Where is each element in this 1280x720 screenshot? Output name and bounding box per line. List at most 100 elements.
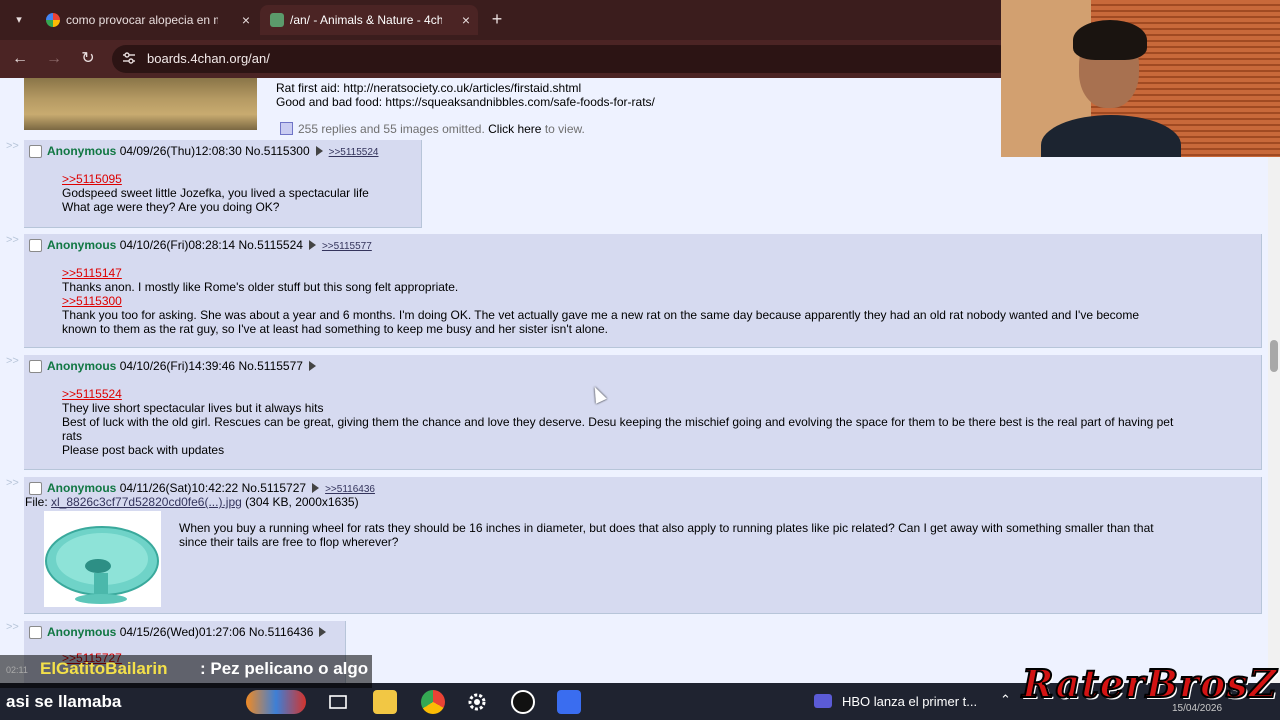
file-info: File: xl_8826c3cf77d52820cd0fe6(...).jpg… [25,495,359,509]
chat-continuation: asi se llamaba [6,692,122,711]
message-line: Thanks anon. I mostly like Rome's older … [62,280,459,294]
webcam-overlay [1001,0,1280,157]
post-datetime: 04/10/26(Fri)08:28:14 [119,238,236,252]
close-icon[interactable]: × [462,5,470,35]
quote-link[interactable]: >>5115095 [62,172,369,186]
click-here-link[interactable]: Click here [488,122,541,136]
stream-logo: RaterBrosZ [1021,660,1278,707]
side-arrow: >> [6,140,19,152]
backlink[interactable]: >>5115524 [329,147,379,158]
address-bar[interactable]: boards.4chan.org/an/ [112,45,1012,73]
reply-post: Anonymous 04/09/26(Thu)12:08:30 No.51153… [24,140,422,228]
file-explorer-icon[interactable] [373,690,397,714]
message-line: Godspeed sweet little Jozefka, you lived… [62,186,369,200]
tab-search-button[interactable]: ▾ [8,9,30,31]
post-message: When you buy a running wheel for rats th… [179,521,1219,549]
backlink[interactable]: >>5115577 [322,241,372,252]
post-message: >>5115147 Thanks anon. I mostly like Rom… [62,266,1139,336]
site-info-icon[interactable] [122,51,136,65]
poster-name: Anonymous [47,481,117,495]
taskbar-notification[interactable]: HBO lanza el primer t... [814,691,977,713]
tab-title: /an/ - Animals & Nature - 4cha [290,13,442,27]
reply-post: Anonymous 04/11/26(Sat)10:42:22 No.51157… [24,477,1262,614]
poster-name: Anonymous [47,144,117,158]
tab-title: como provocar alopecia en mi [66,13,218,27]
post-datetime: 04/11/26(Sat)10:42:22 [119,481,239,495]
omitted-notice: 255 replies and 55 images omitted. Click… [280,122,585,136]
post-menu-icon[interactable] [312,483,320,493]
new-tab-button[interactable]: + [486,8,508,30]
post-checkbox[interactable] [29,482,42,495]
poster-name: Anonymous [47,359,117,373]
quote-link[interactable]: >>5115300 [62,294,1139,308]
task-view-icon[interactable] [326,690,350,714]
post-checkbox[interactable] [29,239,42,252]
post-number[interactable]: No.5115727 [242,481,307,495]
file-link[interactable]: xl_8826c3cf77d52820cd0fe6(...).jpg [51,495,242,509]
settings-icon[interactable] [465,690,489,714]
post-info: Anonymous 04/11/26(Sat)10:42:22 No.51157… [47,481,375,495]
chat-text: : Pez pelicano o algo [200,659,369,678]
chevron-up-icon[interactable]: ⌃ [1000,692,1011,708]
post-info: Anonymous 04/10/26(Fri)08:28:14 No.51155… [47,238,372,252]
post-datetime: 04/10/26(Fri)14:39:46 [119,359,236,373]
expand-icon[interactable] [280,122,293,135]
obs-icon[interactable] [511,690,535,714]
post-checkbox[interactable] [29,145,42,158]
post-menu-icon[interactable] [319,627,327,637]
message-line: Please post back with updates [62,443,225,457]
chat-timestamp: 02:11 [6,665,28,675]
post-number[interactable]: No.5115524 [238,238,303,252]
backlink[interactable]: >>5116436 [325,484,375,495]
post-message: >>5115095 Godspeed sweet little Jozefka,… [62,172,369,214]
post-message: >>5115524 They live short spectacular li… [62,387,1242,457]
url-text: boards.4chan.org/an/ [147,51,270,66]
tab-google-search[interactable]: como provocar alopecia en mi × [36,5,258,35]
back-icon[interactable]: ← [9,48,31,70]
post-menu-icon[interactable] [308,361,316,371]
chat-username: ElGatitoBailarin [40,659,168,678]
reply-post: Anonymous 04/10/26(Fri)08:28:14 No.51155… [24,234,1262,348]
close-icon[interactable]: × [242,5,250,35]
side-arrow: >> [6,355,19,367]
roblox-icon[interactable] [557,690,581,714]
reload-icon[interactable]: ↻ [77,48,99,70]
file-meta: (304 KB, 2000x1635) [245,495,359,509]
fish-widget-icon[interactable] [246,690,306,714]
post-checkbox[interactable] [29,360,42,373]
chrome-icon[interactable] [421,690,445,714]
clover-icon [270,13,284,27]
scroll-thumb[interactable] [1270,340,1278,372]
poster-name: Anonymous [47,625,117,639]
google-icon [46,13,60,27]
post-thumbnail[interactable] [44,511,161,607]
post-number[interactable]: No.5115577 [238,359,303,373]
message-line: Thank you too for asking. She was about … [62,308,1140,336]
post-datetime: 04/15/26(Wed)01:27:06 [119,625,246,639]
side-arrow: >> [6,621,19,633]
post-menu-icon[interactable] [315,146,323,156]
thread-page: Rat first aid: http://neratsociety.co.uk… [0,78,1280,683]
op-thumbnail[interactable] [24,78,257,130]
message-line: They live short spectacular lives but it… [62,401,324,415]
op-line: Good and bad food: https://squeaksandnib… [276,95,655,109]
post-info: Anonymous 04/15/26(Wed)01:27:06 No.51164… [47,625,332,639]
chat-message-overlay: 02:11 ElGatitoBailarin : Pez pelicano o … [0,655,372,688]
post-number[interactable]: No.5115300 [245,144,310,158]
poster-name: Anonymous [47,238,117,252]
post-info: Anonymous 04/09/26(Thu)12:08:30 No.51153… [47,144,379,158]
quote-link[interactable]: >>5115147 [62,266,1139,280]
page-scrollbar[interactable] [1268,78,1280,683]
message-line: Best of luck with the old girl. Rescues … [62,415,1174,443]
message-line: What age were they? Are you doing OK? [62,200,280,214]
post-menu-icon[interactable] [308,240,316,250]
post-info: Anonymous 04/10/26(Fri)14:39:46 No.51155… [47,359,322,373]
post-checkbox[interactable] [29,626,42,639]
side-arrow: >> [6,477,19,489]
quote-link[interactable]: >>5115524 [62,387,1242,401]
post-number[interactable]: No.5116436 [249,625,314,639]
op-line: Rat first aid: http://neratsociety.co.uk… [276,81,582,95]
reply-post: Anonymous 04/10/26(Fri)14:39:46 No.51155… [24,355,1262,470]
tab-4chan-an[interactable]: /an/ - Animals & Nature - 4cha × [260,5,478,35]
forward-icon[interactable]: → [43,48,65,70]
